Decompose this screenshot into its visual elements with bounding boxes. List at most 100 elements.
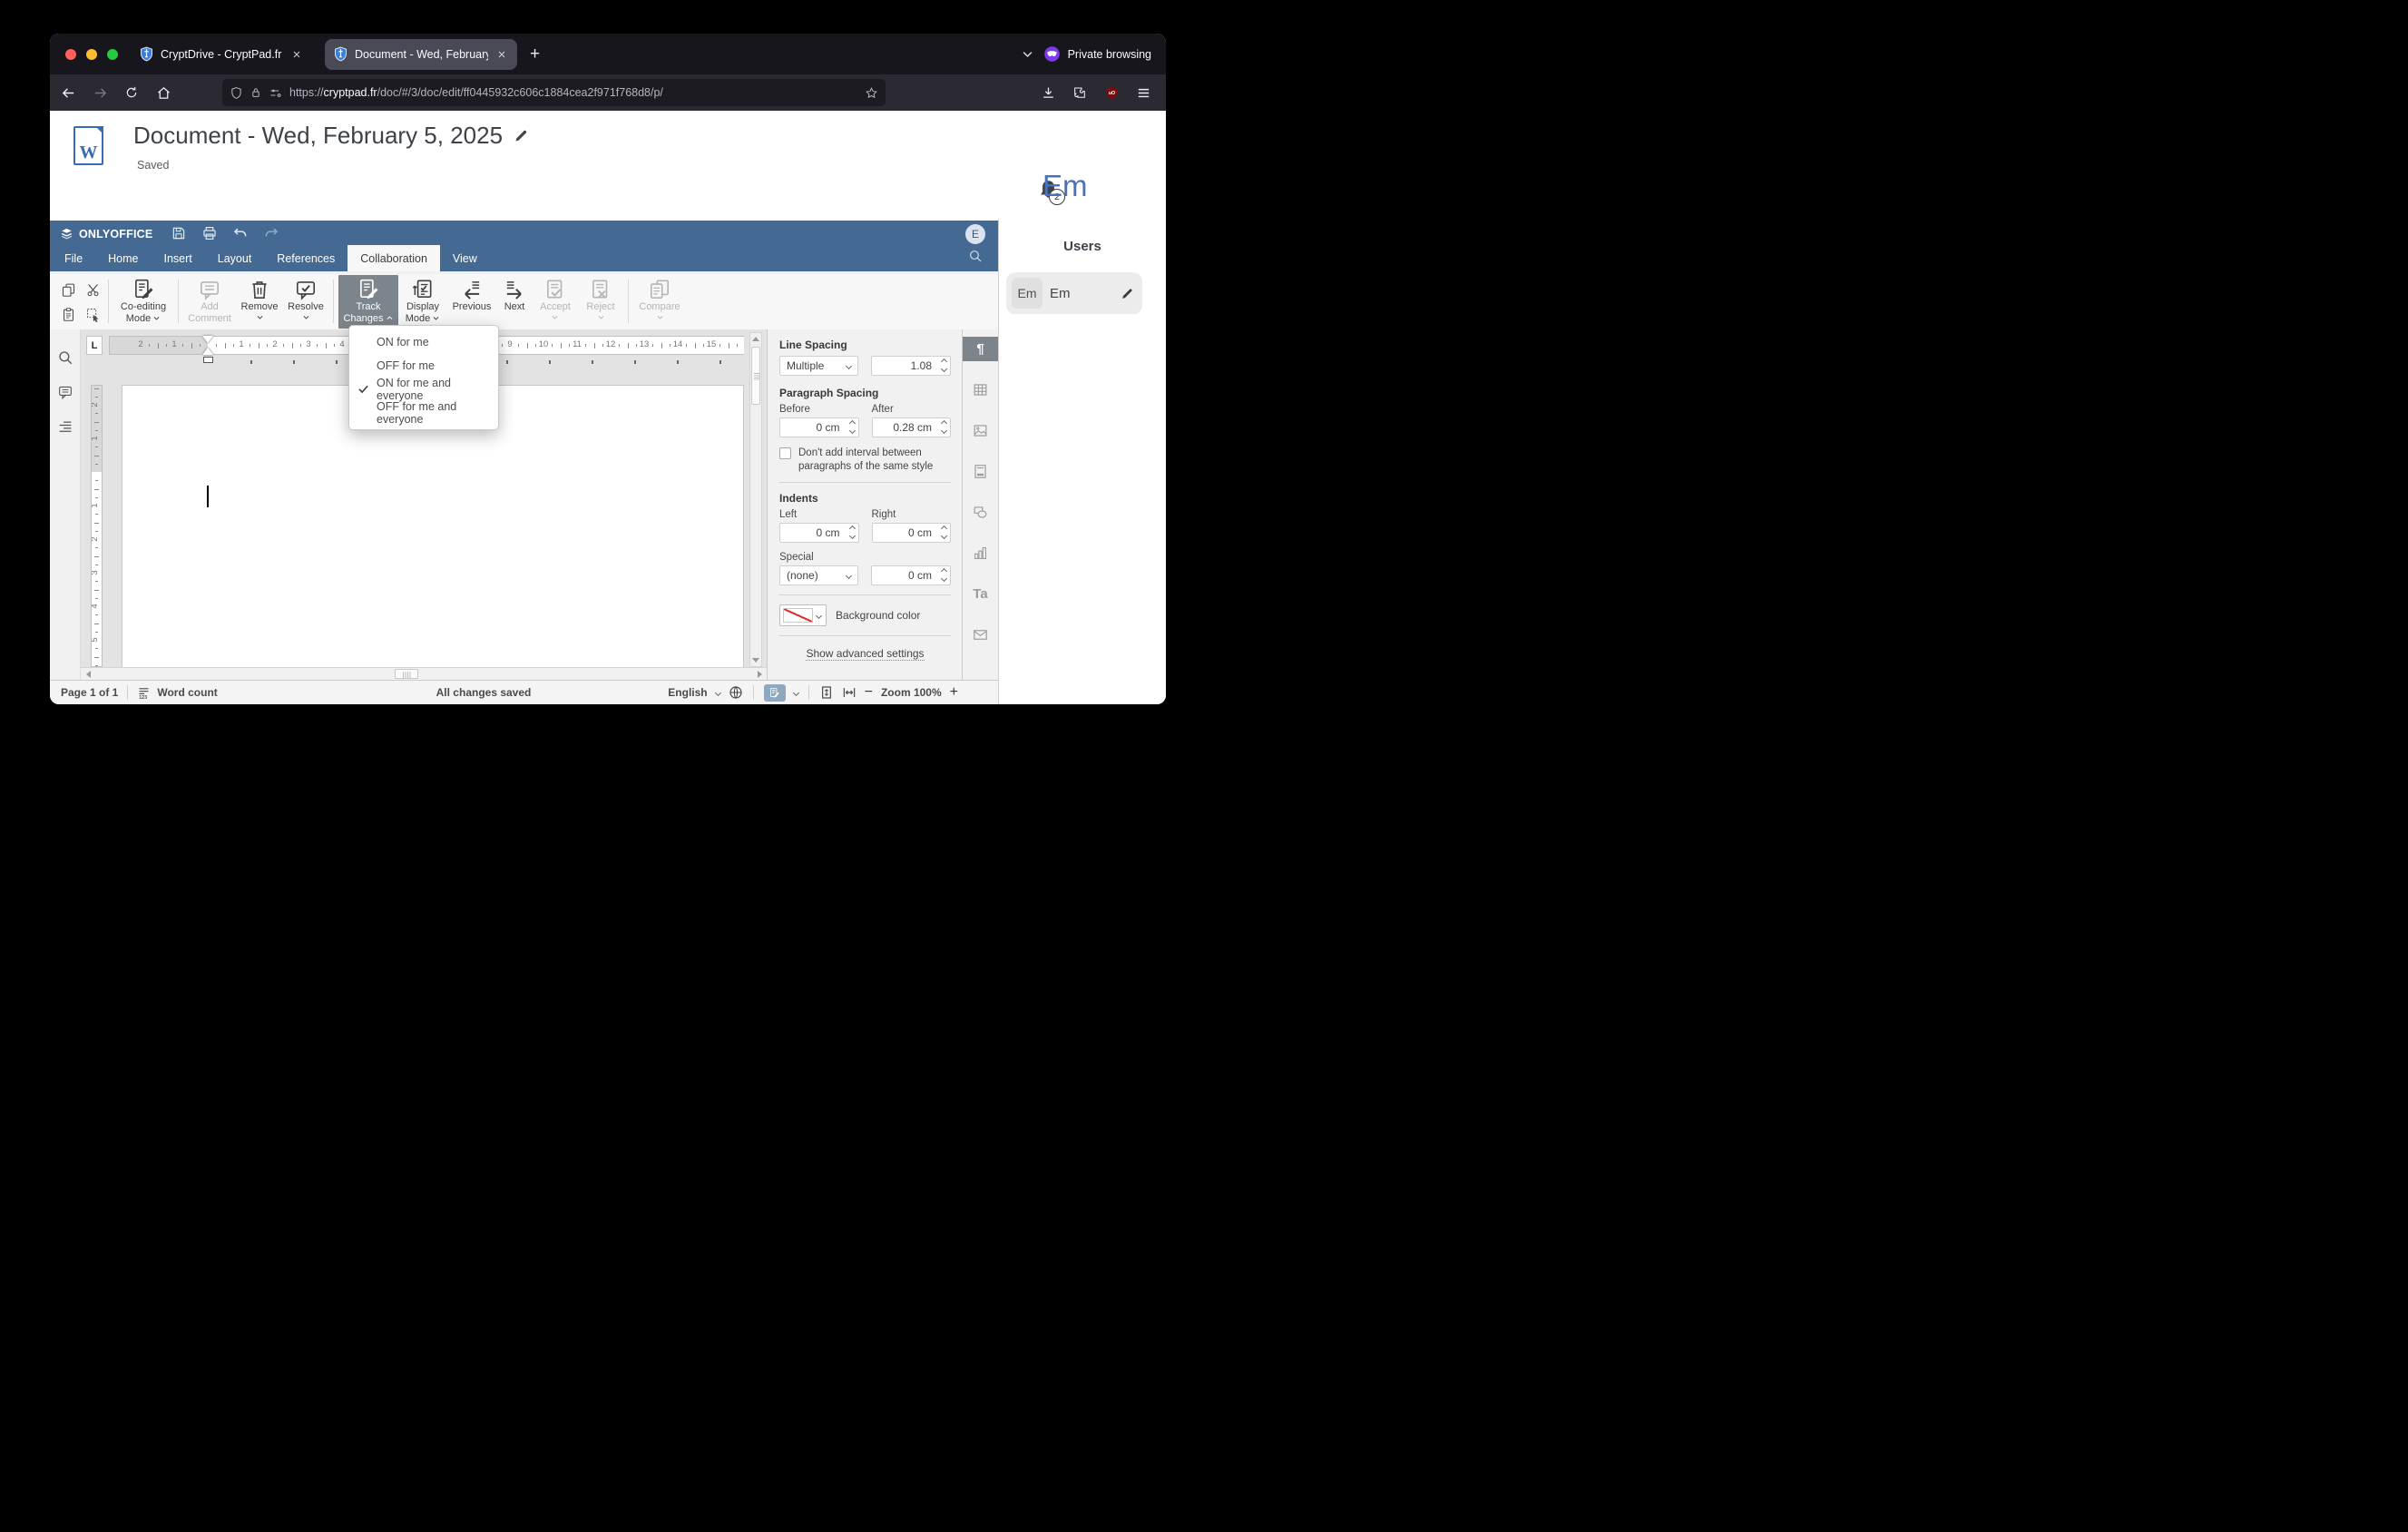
track-changes-status-icon[interactable] <box>763 683 786 702</box>
special-amount-stepper[interactable]: 0 cm <box>871 565 951 585</box>
image-settings-button[interactable] <box>963 418 999 443</box>
indent-right-stepper[interactable]: 0 cm <box>871 523 951 543</box>
resolve-button[interactable]: Resolve <box>283 275 328 329</box>
background-color-picker[interactable] <box>779 604 827 626</box>
left-indent-marker[interactable] <box>202 357 213 363</box>
horizontal-scrollbar[interactable] <box>81 667 767 680</box>
chart-settings-button[interactable] <box>963 541 999 565</box>
editor-user-avatar[interactable]: E <box>965 224 985 244</box>
cut-icon[interactable] <box>82 279 103 300</box>
back-button[interactable] <box>54 80 82 105</box>
print-icon[interactable] <box>201 225 218 241</box>
editor-tab-view[interactable]: View <box>440 245 490 271</box>
next-button[interactable]: Next <box>496 275 533 329</box>
navigation-headings-icon[interactable] <box>57 418 73 435</box>
display-mode-button[interactable]: Display Mode <box>398 275 447 329</box>
menu-item-off-for-me[interactable]: OFF for me <box>349 354 498 378</box>
minimize-window-button[interactable] <box>86 48 97 60</box>
scroll-down-arrow[interactable] <box>750 654 761 666</box>
tracking-protection-shield-icon[interactable] <box>230 86 243 100</box>
maximize-window-button[interactable] <box>107 48 118 60</box>
bookmark-star-icon[interactable] <box>865 86 878 100</box>
document-title[interactable]: Document - Wed, February 5, 2025 <box>133 122 529 150</box>
paste-icon[interactable] <box>57 303 79 325</box>
previous-button[interactable]: Previous <box>447 275 496 329</box>
browser-tab-document[interactable]: Document - Wed, February 5, 2 <box>325 38 517 70</box>
special-indent-select[interactable]: (none) <box>779 565 859 585</box>
track-changes-button[interactable]: Track Changes <box>338 275 398 329</box>
browser-tab-cryptdrive[interactable]: CryptDrive - CryptPad.fr <box>131 39 312 70</box>
fit-width-icon[interactable] <box>842 685 857 700</box>
find-search-icon[interactable] <box>57 349 73 366</box>
paragraph-settings-button[interactable]: ¶ <box>962 337 999 361</box>
word-count-button[interactable]: Word count <box>157 686 217 699</box>
undo-icon[interactable] <box>232 225 249 241</box>
co-editing-mode-button[interactable]: Co-editing Mode <box>113 275 173 329</box>
extensions-puzzle-icon[interactable] <box>1066 80 1093 105</box>
rename-pencil-icon[interactable] <box>514 128 529 143</box>
header-footer-settings-button[interactable] <box>963 459 999 484</box>
shape-settings-button[interactable] <box>963 500 999 525</box>
new-tab-button[interactable]: + <box>517 44 553 64</box>
fit-page-icon[interactable] <box>819 685 834 700</box>
language-selector[interactable]: English <box>668 686 707 699</box>
comments-panel-icon[interactable] <box>57 384 73 400</box>
line-spacing-amount-stepper[interactable]: 1.08 <box>871 356 951 376</box>
indent-left-stepper[interactable]: 0 cm <box>779 523 859 543</box>
permissions-icon[interactable] <box>269 86 282 100</box>
scroll-left-arrow[interactable] <box>83 668 93 680</box>
forward-button[interactable] <box>86 80 113 105</box>
url-bar[interactable]: https://cryptpad.fr/doc/#/3/doc/edit/ff0… <box>222 79 886 106</box>
stepper-arrows[interactable] <box>848 419 856 435</box>
edit-name-pencil-icon[interactable] <box>1121 287 1134 300</box>
interval-checkbox[interactable] <box>779 447 791 459</box>
menu-item-off-for-me-and-everyone[interactable]: OFF for me and everyone <box>349 400 498 426</box>
editor-tab-file[interactable]: File <box>52 245 95 271</box>
show-advanced-settings-link[interactable]: Show advanced settings <box>806 647 925 661</box>
save-icon[interactable] <box>171 225 187 241</box>
editor-tab-insert[interactable]: Insert <box>152 245 205 271</box>
spacing-before-stepper[interactable]: 0 cm <box>779 417 859 437</box>
line-spacing-select[interactable]: Multiple <box>779 356 859 376</box>
scroll-right-arrow[interactable] <box>754 668 765 680</box>
hanging-indent-marker[interactable] <box>202 348 213 355</box>
table-settings-button[interactable] <box>963 378 999 402</box>
vertical-scrollbar[interactable] <box>749 332 762 667</box>
close-tab-icon[interactable] <box>494 47 509 62</box>
stepper-arrows[interactable] <box>940 567 948 583</box>
downloads-icon[interactable] <box>1034 80 1062 105</box>
spellcheck-globe-icon[interactable] <box>729 685 743 700</box>
menu-item-on-for-me[interactable]: ON for me <box>349 330 498 354</box>
spacing-after-stepper[interactable]: 0.28 cm <box>871 417 951 437</box>
editor-tab-home[interactable]: Home <box>95 245 151 271</box>
horizontal-scroll-thumb[interactable] <box>395 669 418 679</box>
ublock-origin-icon[interactable]: uO <box>1098 80 1125 105</box>
home-button[interactable] <box>150 80 177 105</box>
tab-stop-selector[interactable]: L <box>86 336 103 355</box>
mail-merge-settings-button[interactable] <box>963 623 999 647</box>
scroll-up-arrow[interactable] <box>750 333 761 345</box>
zoom-level[interactable]: Zoom 100% <box>881 686 942 699</box>
zoom-in-button[interactable]: + <box>950 684 958 701</box>
close-tab-icon[interactable] <box>289 47 304 62</box>
reload-button[interactable] <box>118 80 145 105</box>
list-tabs-icon[interactable] <box>1021 47 1034 61</box>
stepper-arrows[interactable] <box>848 525 856 540</box>
stepper-arrows[interactable] <box>940 525 948 540</box>
page-indicator[interactable]: Page 1 of 1 <box>61 686 118 699</box>
menu-hamburger-icon[interactable] <box>1130 80 1157 105</box>
zoom-out-button[interactable]: − <box>865 684 873 701</box>
select-all-icon[interactable] <box>82 303 103 325</box>
connection-lock-icon[interactable] <box>250 86 262 99</box>
vertical-ruler[interactable]: 21123456 <box>91 385 103 667</box>
copy-icon[interactable] <box>57 279 79 300</box>
vertical-scroll-thumb[interactable] <box>751 347 760 405</box>
first-line-indent-marker[interactable] <box>202 336 213 343</box>
text-art-settings-button[interactable]: Ta <box>963 582 999 606</box>
url-text[interactable]: https://cryptpad.fr/doc/#/3/doc/edit/ff0… <box>289 86 865 99</box>
editor-tab-layout[interactable]: Layout <box>205 245 265 271</box>
stepper-arrows[interactable] <box>940 358 948 373</box>
editor-tab-collaboration[interactable]: Collaboration <box>347 245 440 271</box>
editor-search-icon[interactable] <box>968 249 983 263</box>
menu-item-on-for-me-and-everyone[interactable]: ON for me and everyone <box>349 377 498 402</box>
